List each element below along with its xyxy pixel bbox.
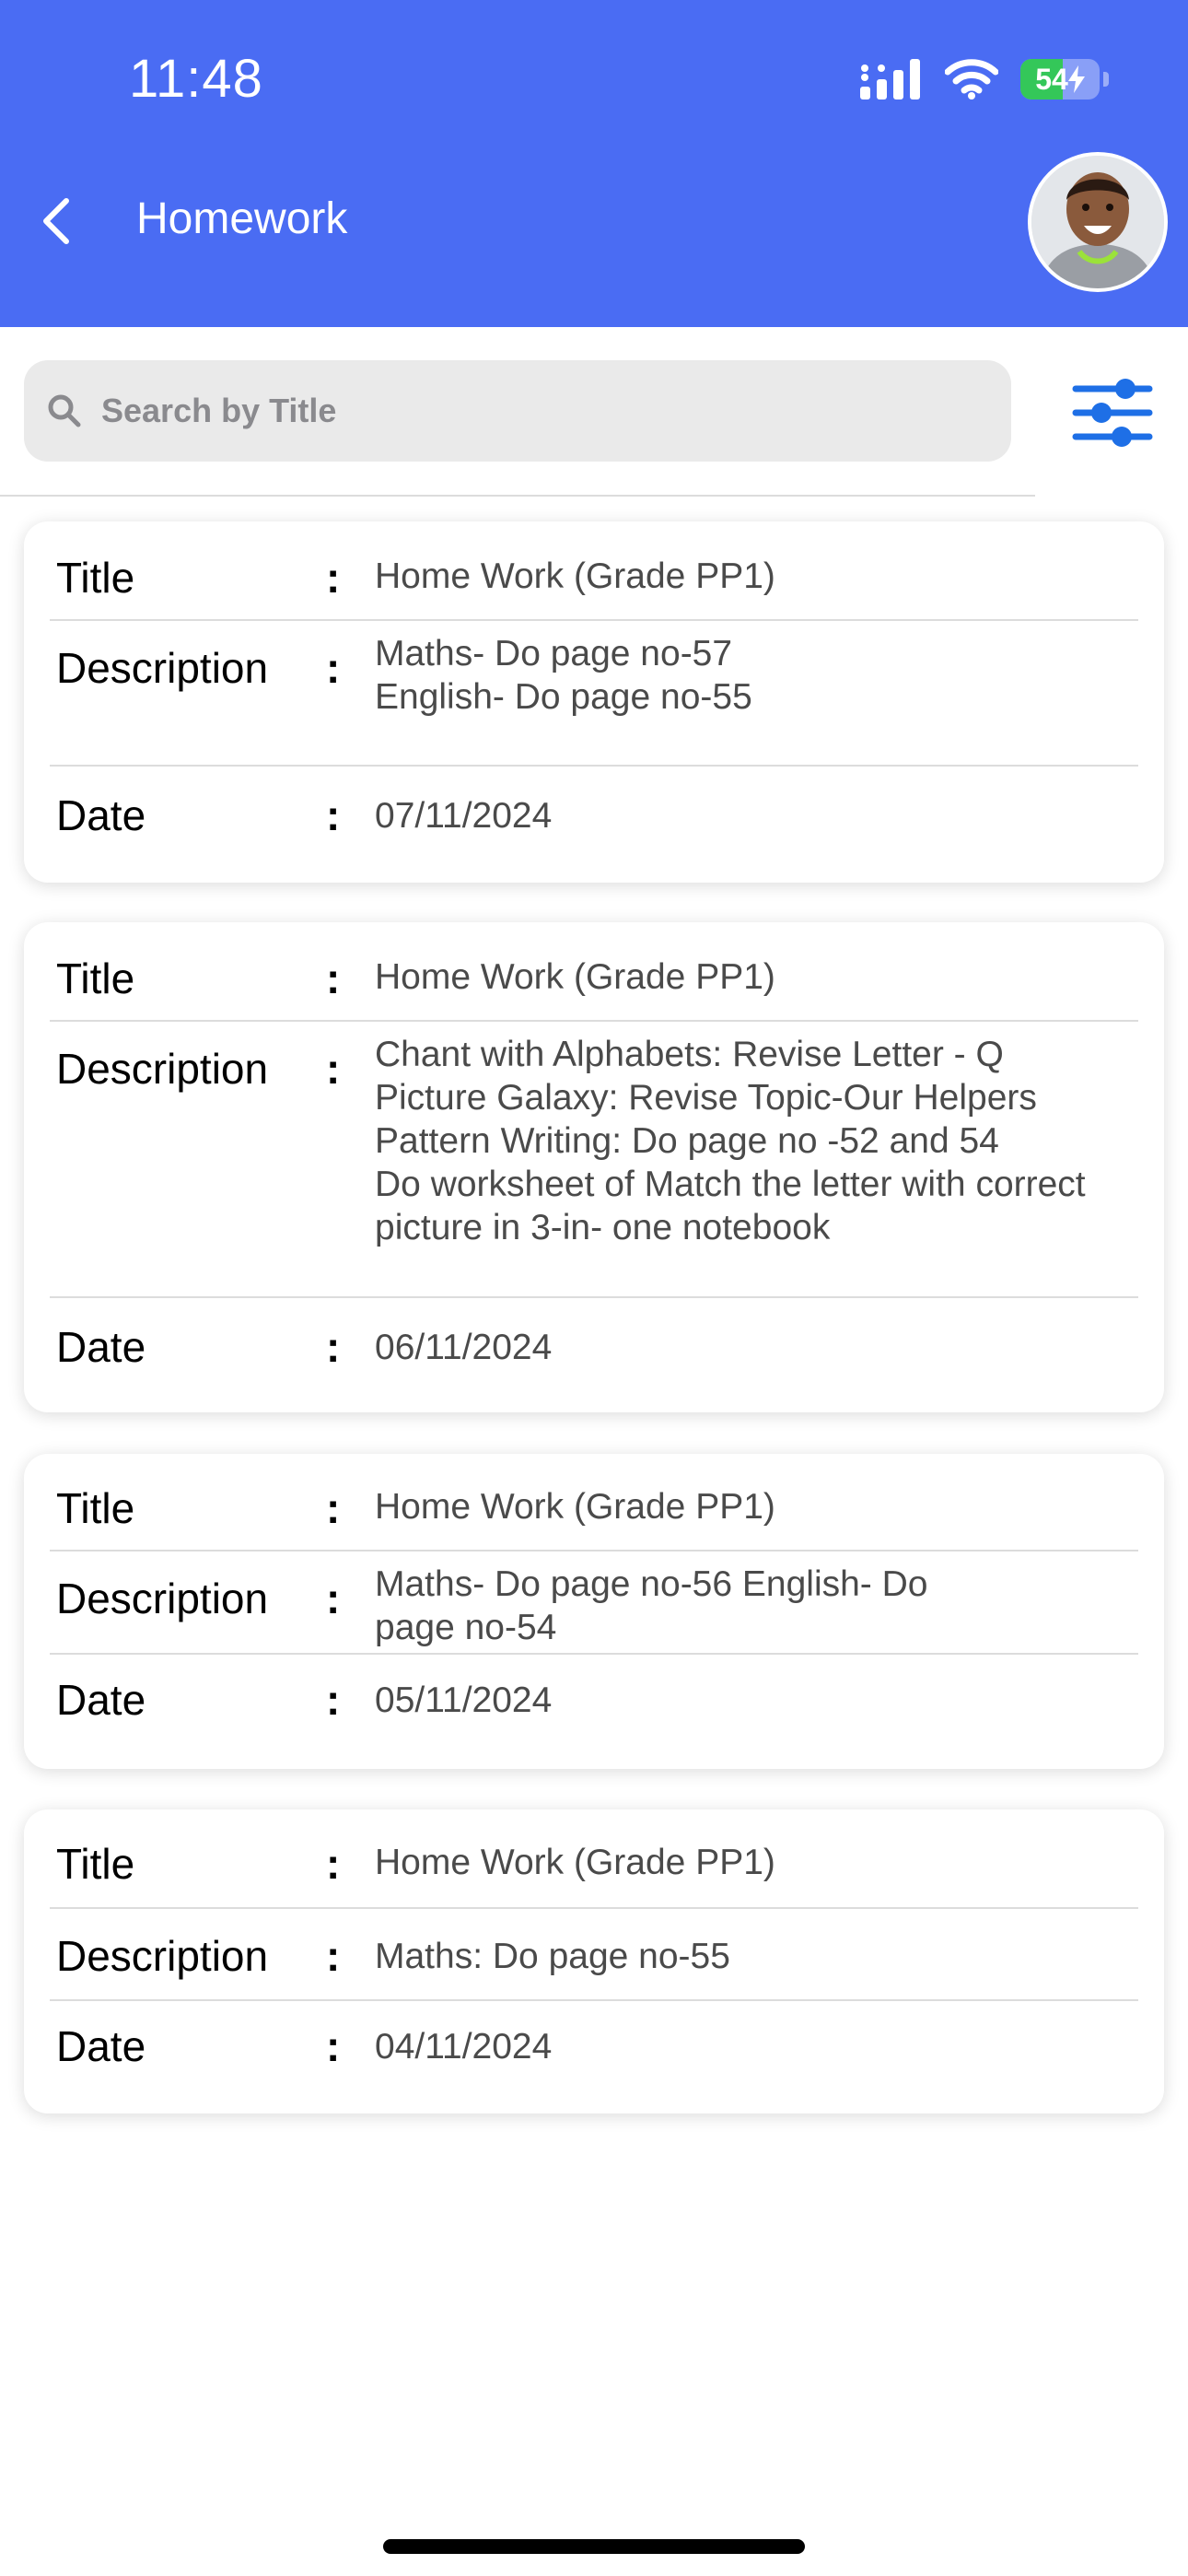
date-label: Date bbox=[56, 1676, 146, 1724]
battery-percent: 54 bbox=[1020, 59, 1100, 100]
app-header: 11:48 54 Homework bbox=[0, 0, 1188, 327]
colon: : bbox=[326, 1676, 341, 1724]
title-value: Home Work (Grade PP1) bbox=[375, 1487, 775, 1527]
homework-card[interactable]: Title : Home Work (Grade PP1) Descriptio… bbox=[24, 1454, 1164, 1769]
date-value: 04/11/2024 bbox=[375, 2027, 553, 2067]
charging-bolt-icon bbox=[1067, 65, 1085, 93]
date-row: Date : 06/11/2024 bbox=[50, 1298, 1138, 1412]
filter-button[interactable] bbox=[1068, 369, 1157, 457]
description-value: Maths- Do page no-57 English- Do page no… bbox=[375, 634, 752, 717]
description-label: Description bbox=[56, 644, 269, 692]
colon: : bbox=[326, 1575, 341, 1622]
date-row: Date : 07/11/2024 bbox=[50, 767, 1138, 883]
battery-tip bbox=[1103, 72, 1109, 87]
description-row: Description : Maths- Do page no-56 Engli… bbox=[50, 1551, 1138, 1655]
colon: : bbox=[326, 554, 341, 602]
child-portrait-image bbox=[1031, 156, 1164, 288]
colon: : bbox=[326, 2022, 341, 2070]
colon: : bbox=[326, 1484, 341, 1532]
date-value: 06/11/2024 bbox=[375, 1328, 553, 1367]
cellular-signal-icon bbox=[860, 59, 920, 100]
colon: : bbox=[326, 1323, 341, 1371]
colon: : bbox=[326, 1932, 341, 1980]
colon: : bbox=[326, 644, 341, 692]
colon: : bbox=[326, 1045, 341, 1093]
home-indicator[interactable] bbox=[383, 2539, 805, 2554]
search-icon bbox=[48, 394, 81, 427]
description-row: Description : Maths- Do page no-57 Engli… bbox=[50, 621, 1138, 767]
status-icons: 54 bbox=[860, 55, 1109, 103]
homework-card[interactable]: Title : Home Work (Grade PP1) Descriptio… bbox=[24, 922, 1164, 1412]
description-value: Maths: Do page no-55 bbox=[375, 1937, 730, 1976]
back-arrow-icon bbox=[43, 198, 69, 244]
title-label: Title bbox=[56, 954, 135, 1002]
title-row: Title : Home Work (Grade PP1) bbox=[50, 1809, 1138, 1909]
date-row: Date : 05/11/2024 bbox=[50, 1655, 1138, 1769]
title-label: Title bbox=[56, 554, 135, 602]
description-label: Description bbox=[56, 1045, 269, 1093]
description-label: Description bbox=[56, 1932, 269, 1980]
description-row: Description : Chant with Alphabets: Revi… bbox=[50, 1022, 1138, 1298]
description-row: Description : Maths: Do page no-55 bbox=[50, 1909, 1138, 2001]
date-label: Date bbox=[56, 1323, 146, 1371]
filter-sliders-icon bbox=[1072, 379, 1153, 447]
date-value: 05/11/2024 bbox=[375, 1680, 553, 1720]
date-label: Date bbox=[56, 2022, 146, 2070]
colon: : bbox=[326, 1840, 341, 1888]
page-title: Homework bbox=[136, 194, 348, 243]
search-input[interactable] bbox=[99, 391, 987, 431]
title-row: Title : Home Work (Grade PP1) bbox=[50, 922, 1138, 1022]
description-value: Chant with Alphabets: Revise Letter - Q … bbox=[375, 1035, 1086, 1247]
homework-card[interactable]: Title : Home Work (Grade PP1) Descriptio… bbox=[24, 521, 1164, 883]
date-row: Date : 04/11/2024 bbox=[50, 2001, 1138, 2113]
avatar[interactable] bbox=[1028, 152, 1168, 292]
title-row: Title : Home Work (Grade PP1) bbox=[50, 1454, 1138, 1551]
title-value: Home Work (Grade PP1) bbox=[375, 1843, 775, 1882]
search-bar[interactable] bbox=[24, 360, 1011, 462]
date-value: 07/11/2024 bbox=[375, 796, 553, 836]
title-value: Home Work (Grade PP1) bbox=[375, 556, 775, 596]
description-label: Description bbox=[56, 1575, 269, 1622]
status-time: 11:48 bbox=[129, 49, 263, 109]
battery-icon: 54 bbox=[1020, 59, 1100, 100]
homework-card[interactable]: Title : Home Work (Grade PP1) Descriptio… bbox=[24, 1809, 1164, 2113]
title-label: Title bbox=[56, 1484, 135, 1532]
title-label: Title bbox=[56, 1840, 135, 1888]
wifi-icon bbox=[945, 59, 998, 100]
colon: : bbox=[326, 954, 341, 1002]
title-value: Home Work (Grade PP1) bbox=[375, 957, 775, 997]
colon: : bbox=[326, 791, 341, 839]
divider bbox=[0, 495, 1035, 497]
date-label: Date bbox=[56, 791, 146, 839]
title-row: Title : Home Work (Grade PP1) bbox=[50, 521, 1138, 621]
description-value: Maths- Do page no-56 English- Do page no… bbox=[375, 1564, 928, 1647]
back-button[interactable] bbox=[33, 189, 79, 253]
